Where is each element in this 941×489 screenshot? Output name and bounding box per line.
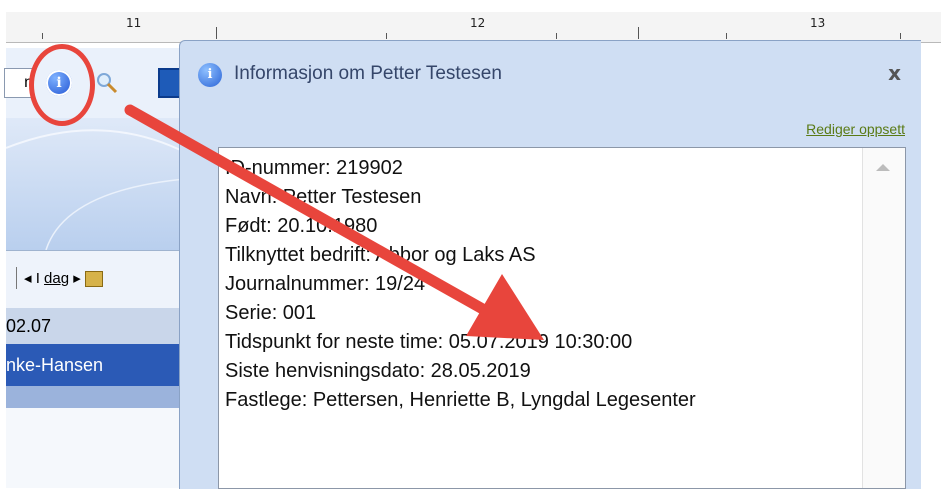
calendar-body bbox=[6, 408, 196, 488]
calendar-resource-name[interactable]: nke-Hansen bbox=[6, 344, 196, 386]
next-day-icon[interactable]: ▸ bbox=[73, 270, 81, 287]
ruler: 11 12 13 bbox=[6, 12, 941, 43]
dialog-title: Informasjon om Petter Testesen bbox=[234, 63, 502, 84]
today-label-prefix: I bbox=[35, 270, 45, 287]
info-line-journal: Journalnummer: 19/24 bbox=[225, 273, 426, 295]
info-icon: i bbox=[198, 63, 222, 87]
ruler-tick bbox=[638, 27, 639, 39]
calendar-resource-bar bbox=[6, 386, 196, 408]
info-lines: ID-nummer: 219902 Navn: Petter Testesen … bbox=[225, 154, 696, 415]
ruler-tick bbox=[556, 33, 557, 39]
ruler-number: 11 bbox=[126, 16, 142, 30]
today-button[interactable]: ◂ I dag ▸ bbox=[24, 269, 103, 288]
scroll-up-icon[interactable] bbox=[876, 164, 890, 171]
screenshot-frame: 11 12 13 n i ◂ I dag ▸ 02.07 nke-Hansen … bbox=[0, 0, 941, 489]
calendar-nav-bar: ◂ I dag ▸ bbox=[6, 250, 196, 309]
info-line-id: ID-nummer: 219902 bbox=[225, 157, 403, 179]
ruler-tick bbox=[216, 27, 217, 39]
close-button[interactable]: x bbox=[888, 61, 901, 85]
info-line-gp: Fastlege: Pettersen, Henriette B, Lyngda… bbox=[225, 389, 696, 411]
patient-info-dialog: i Informasjon om Petter Testesen x Redig… bbox=[179, 40, 921, 489]
info-line-company: Tilknyttet bedrift: Abbor og Laks AS bbox=[225, 244, 536, 266]
today-label-underlined: dag bbox=[44, 270, 70, 287]
info-line-name: Navn: Petter Testesen bbox=[225, 186, 422, 208]
info-line-series: Serie: 001 bbox=[225, 302, 317, 324]
ruler-tick bbox=[386, 33, 387, 39]
calendar-date-header: 02.07 bbox=[6, 308, 196, 345]
search-icon[interactable] bbox=[96, 72, 118, 94]
calendar-icon[interactable] bbox=[84, 271, 103, 288]
info-textbox[interactable]: ID-nummer: 219902 Navn: Petter Testesen … bbox=[218, 147, 906, 489]
ruler-number: 12 bbox=[470, 16, 486, 30]
ruler-tick bbox=[726, 33, 727, 39]
calendar-header-panel bbox=[6, 118, 196, 250]
info-line-born: Født: 20.10.1980 bbox=[225, 215, 378, 237]
prev-day-icon[interactable]: ◂ bbox=[24, 270, 32, 287]
info-line-referral-date: Siste henvisningsdato: 28.05.2019 bbox=[225, 360, 531, 382]
nav-separator bbox=[16, 267, 17, 289]
edit-layout-link[interactable]: Rediger oppsett bbox=[806, 121, 905, 137]
highlight-circle bbox=[29, 44, 95, 126]
ruler-tick bbox=[42, 33, 43, 39]
ruler-tick bbox=[900, 33, 901, 39]
vertical-scrollbar[interactable] bbox=[862, 148, 905, 488]
info-line-next-appointment: Tidspunkt for neste time: 05.07.2019 10:… bbox=[225, 331, 633, 353]
ruler-number: 13 bbox=[810, 16, 826, 30]
